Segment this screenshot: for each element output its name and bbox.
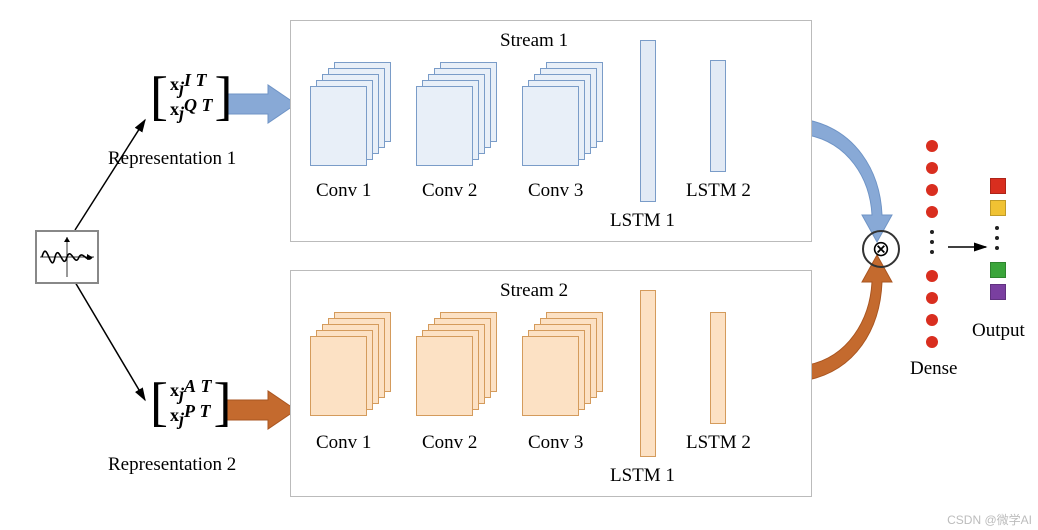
dense-layer-icon <box>926 140 946 360</box>
stream1-conv3-label: Conv 3 <box>528 180 583 202</box>
repr2-matrix: [ xjA T xjP T ] <box>150 378 232 428</box>
arrow-into-stream2 <box>225 391 296 429</box>
stream1-lstm1-bar <box>640 40 656 202</box>
input-signal-icon <box>35 230 99 284</box>
stream1-lstm2-bar <box>710 60 726 172</box>
stream1-conv3-stack <box>522 62 597 172</box>
stream1-conv1-label: Conv 1 <box>316 180 371 202</box>
stream1-conv2-label: Conv 2 <box>422 180 477 202</box>
dense-label: Dense <box>910 358 957 380</box>
stream2-lstm1-label: LSTM 1 <box>610 465 675 487</box>
stream2-lstm2-label: LSTM 2 <box>686 432 751 454</box>
stream2-title: Stream 2 <box>500 280 568 302</box>
arrow-stream2-to-merge <box>808 255 892 380</box>
stream2-conv2-label: Conv 2 <box>422 432 477 454</box>
repr1-label: Representation 1 <box>108 148 236 170</box>
stream1-title: Stream 1 <box>500 30 568 52</box>
stream2-conv3-label: Conv 3 <box>528 432 583 454</box>
arrow-into-stream1 <box>225 85 296 123</box>
stream2-conv1-label: Conv 1 <box>316 432 371 454</box>
merge-node-icon: ⊗ <box>862 230 900 268</box>
stream1-conv1-stack <box>310 62 385 172</box>
stream2-lstm2-bar <box>710 312 726 424</box>
output-layer-icon <box>990 178 1010 328</box>
merge-symbol: ⊗ <box>872 236 890 262</box>
output-label: Output <box>972 320 1025 342</box>
stream1-lstm1-label: LSTM 1 <box>610 210 675 232</box>
stream2-lstm1-bar <box>640 290 656 457</box>
stream2-conv2-stack <box>416 312 491 422</box>
stream1-lstm2-label: LSTM 2 <box>686 180 751 202</box>
repr1-matrix: [ xjI T xjQ T ] <box>150 72 232 122</box>
arrow-stream1-to-merge <box>808 120 892 242</box>
stream2-conv3-stack <box>522 312 597 422</box>
watermark: CSDN @微学AI <box>947 511 1032 528</box>
repr2-label: Representation 2 <box>108 454 236 476</box>
stream1-conv2-stack <box>416 62 491 172</box>
stream2-conv1-stack <box>310 312 385 422</box>
